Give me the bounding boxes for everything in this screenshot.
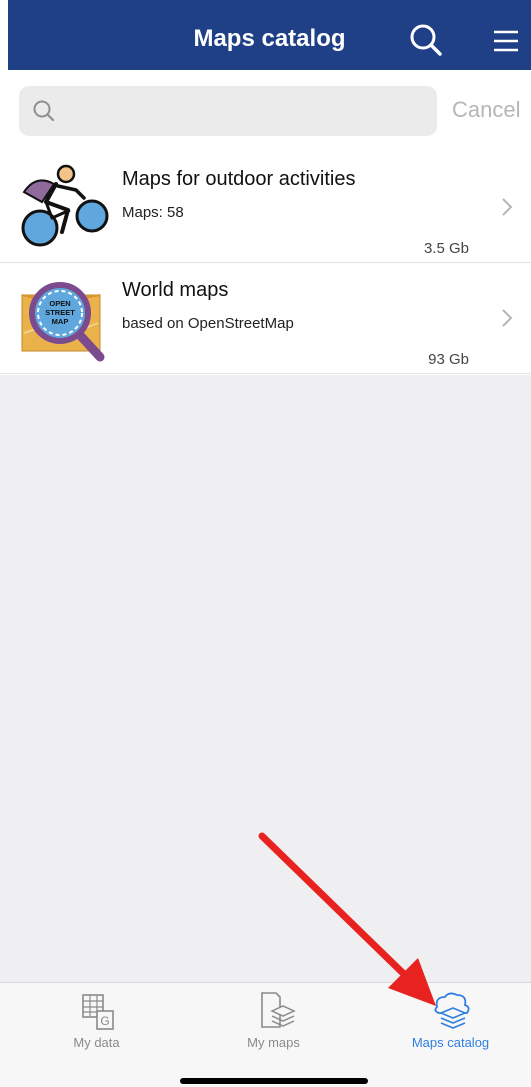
my-maps-icon <box>250 989 298 1033</box>
tab-bar: G My data My maps Maps catalog <box>0 982 531 1087</box>
hamburger-menu-icon[interactable] <box>488 24 522 58</box>
catalog-list: Maps for outdoor activities Maps: 58 3.5… <box>0 152 531 374</box>
svg-text:G: G <box>100 1014 109 1028</box>
search-row: Cancel <box>0 70 531 153</box>
item-size: 93 Gb <box>428 351 469 368</box>
tab-my-data[interactable]: G My data <box>8 983 185 1063</box>
openstreetmap-logo: OPEN STREET MAP <box>18 273 110 365</box>
svg-text:STREET: STREET <box>45 308 75 317</box>
page-title: Maps catalog <box>193 25 346 52</box>
empty-content-area <box>0 375 531 982</box>
tab-maps-catalog[interactable]: Maps catalog <box>362 983 531 1063</box>
item-title: World maps <box>122 279 229 301</box>
tab-my-maps[interactable]: My maps <box>185 983 362 1063</box>
maps-catalog-icon <box>427 989 475 1033</box>
search-input[interactable] <box>67 94 431 130</box>
tab-label: My data <box>73 1035 120 1050</box>
chevron-right-icon <box>498 307 516 329</box>
home-indicator <box>180 1078 368 1084</box>
item-subtitle: Maps: 58 <box>122 204 184 221</box>
svg-text:OPEN: OPEN <box>49 299 70 308</box>
item-subtitle: based on OpenStreetMap <box>122 315 294 332</box>
cancel-button[interactable]: Cancel <box>452 97 520 123</box>
tab-label: My maps <box>247 1035 300 1050</box>
chevron-right-icon <box>498 196 516 218</box>
list-item[interactable]: OPEN STREET MAP World maps based on Open… <box>0 263 531 374</box>
tab-label: Maps catalog <box>411 1035 490 1050</box>
app-header: Maps catalog <box>8 0 531 70</box>
item-title: Maps for outdoor activities <box>122 168 356 190</box>
cyclist-icon <box>18 162 110 254</box>
item-size: 3.5 Gb <box>423 240 469 257</box>
search-icon <box>30 97 58 125</box>
list-item[interactable]: Maps for outdoor activities Maps: 58 3.5… <box>0 152 531 263</box>
search-field[interactable] <box>19 86 437 136</box>
my-data-icon: G <box>73 989 121 1033</box>
search-icon[interactable] <box>406 22 446 62</box>
svg-text:MAP: MAP <box>52 317 69 326</box>
